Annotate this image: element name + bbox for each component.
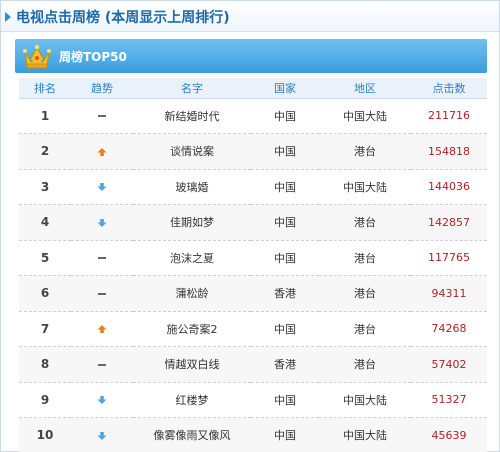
trend-cell [71,346,133,383]
arrow-marker-icon [5,12,11,22]
trend-up-icon [97,147,107,156]
trend-up-icon [97,325,107,334]
show-name-link[interactable]: 泡沫之夏 [133,240,251,276]
ranking-widget: 电视点击周榜 (本周显示上周排行) 周榜TOP50 排名 趋势 名字 国家 地区… [0,0,500,452]
show-name-link[interactable]: 谈情说案 [133,133,251,170]
rank-cell: 8 [19,346,71,383]
country-cell: 中国 [251,204,319,241]
country-cell: 中国 [251,133,319,170]
rank-cell: 7 [19,311,71,347]
top50-banner: 周榜TOP50 [15,39,487,73]
table-row[interactable]: 1 新结婚时代 中国 中国大陆 211716 [19,98,487,134]
clicks-cell: 74268 [411,311,487,347]
table-row[interactable]: 10 像雾像雨又像风 中国 中国大陆 45639 [19,417,487,452]
clicks-cell: 154818 [411,133,487,170]
region-cell: 中国大陆 [319,98,411,134]
clicks-cell: 94311 [411,275,487,312]
country-cell: 香港 [251,275,319,312]
column-header-rank: 排名 [19,78,71,99]
country-cell: 中国 [251,98,319,134]
clicks-cell: 57402 [411,346,487,383]
rank-cell: 1 [19,98,71,134]
show-name-link[interactable]: 蒲松龄 [133,275,251,312]
rank-cell: 9 [19,382,71,418]
clicks-cell: 142857 [411,204,487,241]
clicks-cell: 117765 [411,240,487,276]
region-cell: 中国大陆 [319,417,411,452]
trend-cell [71,417,133,452]
table-header-row: 排名 趋势 名字 国家 地区 点击数 [19,78,487,99]
clicks-cell: 45639 [411,417,487,452]
region-cell: 港台 [319,311,411,347]
trend-flat-icon [98,257,106,260]
column-header-name: 名字 [133,78,251,99]
table-row[interactable]: 9 红楼梦 中国 中国大陆 51327 [19,382,487,418]
table-row[interactable]: 7 施公奇案2 中国 港台 74268 [19,311,487,347]
trend-cell [71,98,133,134]
banner-label: 周榜TOP50 [59,50,127,64]
show-name-link[interactable]: 玻璃婚 [133,169,251,205]
trend-cell [71,240,133,276]
country-cell: 中国 [251,382,319,418]
trend-cell [71,275,133,312]
ranking-panel: 周榜TOP50 排名 趋势 名字 国家 地区 点击数 1 新结婚时代 中国 中国大陆 2… [15,39,487,452]
table-row[interactable]: 5 泡沫之夏 中国 港台 117765 [19,240,487,276]
table-row[interactable]: 4 佳期如梦 中国 港台 142857 [19,204,487,241]
table-row[interactable]: 6 蒲松龄 香港 港台 94311 [19,275,487,312]
show-name-link[interactable]: 佳期如梦 [133,204,251,241]
region-cell: 中国大陆 [319,382,411,418]
trend-flat-icon [98,363,106,366]
trend-cell [71,382,133,418]
country-cell: 香港 [251,346,319,383]
country-cell: 中国 [251,240,319,276]
table-row[interactable]: 2 谈情说案 中国 港台 154818 [19,133,487,170]
clicks-cell: 51327 [411,382,487,418]
rank-cell: 10 [19,417,71,452]
rank-cell: 3 [19,169,71,205]
clicks-cell: 144036 [411,169,487,205]
column-header-trend: 趋势 [71,78,133,99]
trend-cell [71,204,133,241]
trend-flat-icon [98,115,106,118]
trend-down-icon [97,396,107,405]
trend-flat-icon [98,292,106,295]
show-name-link[interactable]: 施公奇案2 [133,311,251,347]
rank-cell: 5 [19,240,71,276]
region-cell: 中国大陆 [319,169,411,205]
column-header-region: 地区 [319,78,411,99]
trend-cell [71,169,133,205]
region-cell: 港台 [319,204,411,241]
trend-down-icon [97,183,107,192]
region-cell: 港台 [319,240,411,276]
show-name-link[interactable]: 新结婚时代 [133,98,251,134]
country-cell: 中国 [251,169,319,205]
widget-header: 电视点击周榜 (本周显示上周排行) [1,1,499,32]
trend-down-icon [97,431,107,440]
region-cell: 港台 [319,275,411,312]
table-row[interactable]: 3 玻璃婚 中国 中国大陆 144036 [19,169,487,205]
trend-down-icon [97,218,107,227]
trend-cell [71,311,133,347]
show-name-link[interactable]: 红楼梦 [133,382,251,418]
show-name-link[interactable]: 像雾像雨又像风 [133,417,251,452]
crown-icon [23,44,51,69]
table-row[interactable]: 8 情越双白线 香港 港台 57402 [19,346,487,383]
region-cell: 港台 [319,346,411,383]
clicks-cell: 211716 [411,98,487,134]
widget-title: 电视点击周榜 (本周显示上周排行) [16,10,230,26]
show-name-link[interactable]: 情越双白线 [133,346,251,383]
trend-cell [71,133,133,170]
rank-cell: 2 [19,133,71,170]
ranking-table: 排名 趋势 名字 国家 地区 点击数 1 新结婚时代 中国 中国大陆 211716 2 谈情… [19,78,487,452]
region-cell: 港台 [319,133,411,170]
column-header-clicks: 点击数 [411,78,487,99]
column-header-country: 国家 [251,78,319,99]
country-cell: 中国 [251,311,319,347]
rank-cell: 6 [19,275,71,312]
rank-cell: 4 [19,204,71,241]
country-cell: 中国 [251,417,319,452]
